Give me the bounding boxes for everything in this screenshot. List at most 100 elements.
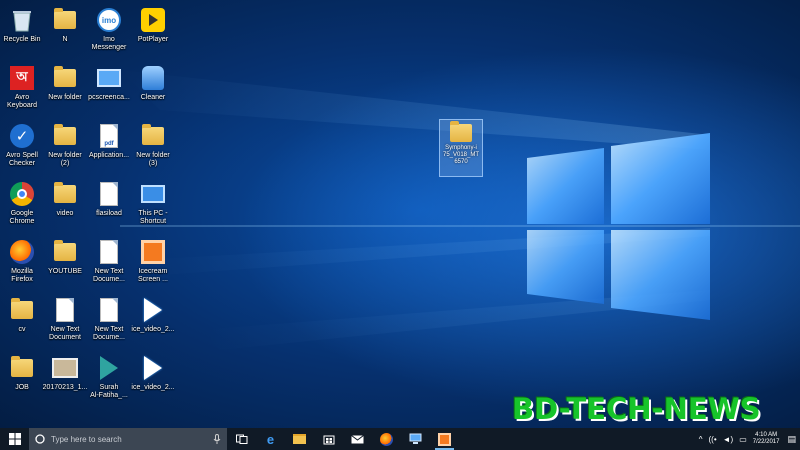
desktop-icon[interactable]: New folder (2) [43, 120, 87, 174]
desktop-icon[interactable]: ice_video_2... [131, 352, 175, 406]
desktop-icon-label: Icecream Screen ... [138, 268, 168, 283]
desktop-icon[interactable]: video [43, 178, 87, 232]
desktop-icon-label: Cleaner [140, 94, 166, 101]
potplayer-icon [139, 6, 167, 34]
desktop-icon-label: New folder [48, 94, 82, 101]
clock-date: 7/22/2017 [752, 439, 780, 445]
clock[interactable]: 4:10 AM 7/22/2017 [753, 432, 780, 446]
desktop-icon-label: New Text Docume... [93, 268, 125, 283]
taskbar-edge-button[interactable]: e [256, 428, 285, 450]
desktop-icon[interactable]: Icecream Screen ... [131, 236, 175, 290]
microphone-icon[interactable] [213, 434, 221, 444]
watermark-text: BD-TECH-NEWS [512, 392, 761, 426]
desktop-icon[interactable]: Surah Al-Fatiha_... [87, 352, 131, 406]
desktop-icon[interactable]: ✓ Avro Spell Checker [0, 120, 44, 174]
desktop-icon-label: cv [18, 326, 26, 333]
taskbar-file-explorer-button[interactable] [285, 428, 314, 450]
desktop-icon-label: New folder (3) [136, 152, 170, 167]
desktop-icon[interactable]: N [43, 4, 87, 58]
task-view-icon [235, 434, 247, 444]
taskbar-icecream-recorder-button[interactable] [430, 428, 459, 450]
desktop-icon-label: Avro Keyboard [7, 94, 37, 109]
file-explorer-icon [293, 434, 306, 444]
desktop-icon-label: New folder (2) [48, 152, 82, 167]
desktop-icon[interactable]: cv [0, 294, 44, 348]
desktop-icon-label: YOUTUBE [48, 268, 82, 275]
volume-icon[interactable]: ◄) [723, 435, 734, 444]
taskbar-mail-button[interactable] [343, 428, 372, 450]
desktop-icon-label: New Text Document [49, 326, 81, 341]
keyboard-icon[interactable]: ▭ [739, 435, 747, 444]
chrome-icon [8, 180, 36, 208]
network-icon[interactable]: ((• [708, 435, 716, 444]
windows-logo-icon [8, 433, 21, 445]
document-icon [95, 296, 123, 324]
desktop-icon[interactable]: 20170213_1... [43, 352, 87, 406]
firefox-icon [8, 238, 36, 266]
clock-time: 4:10 AM [755, 432, 778, 438]
recycle-bin-icon [8, 6, 36, 34]
imo-icon: imo [95, 6, 123, 34]
folder-icon [8, 354, 36, 382]
desktop-icon[interactable]: imo Imo Messenger [87, 4, 131, 58]
desktop-icon-label: JOB [15, 384, 29, 391]
video-file-icon [139, 354, 167, 382]
folder-icon [139, 122, 167, 150]
desktop-icon[interactable]: Google Chrome [0, 178, 44, 232]
desktop-icon-label: PotPlayer [137, 36, 169, 43]
desktop-selected-folder[interactable]: Symphony-i 75_V018_MT 6570 [439, 119, 483, 177]
desktop-icon[interactable]: Recycle Bin [0, 4, 44, 58]
desktop-icon[interactable]: New folder (3) [131, 120, 175, 174]
task-view-button[interactable] [227, 428, 256, 450]
desktop-icon-label: Recycle Bin [3, 36, 41, 43]
firefox-icon [380, 432, 393, 446]
desktop-icon[interactable]: New Text Docume... [87, 294, 131, 348]
desktop-icon-label: flasiload [96, 210, 122, 217]
taskbar-store-button[interactable] [314, 428, 343, 450]
taskbar-remote-button[interactable] [401, 428, 430, 450]
desktop-icon[interactable]: ice_video_2... [131, 294, 175, 348]
desktop-icon-label: pcscreenca... [88, 94, 130, 101]
folder-icon [450, 121, 472, 142]
desktop-icon-label: ice_video_2... [131, 384, 175, 391]
desktop-icon-label: Symphony-i 75_V018_MT 6570 [442, 145, 480, 165]
store-icon [323, 435, 334, 445]
desktop-icon[interactable]: pcscreenca... [87, 62, 131, 116]
desktop-icon[interactable]: This PC - Shortcut [131, 178, 175, 232]
taskbar-firefox-button[interactable] [372, 428, 401, 450]
desktop-icon[interactable]: flasiload [87, 178, 131, 232]
folder-icon [51, 180, 79, 208]
desktop-icon[interactable]: JOB [0, 352, 44, 406]
desktop-icon[interactable]: অ Avro Keyboard [0, 62, 44, 116]
desktop-icon-label: Imo Messenger [91, 36, 127, 51]
avro-keyboard-icon: অ [8, 64, 36, 92]
action-center-icon[interactable]: ▤ [787, 434, 796, 445]
icecream-icon [139, 238, 167, 266]
document-icon [95, 238, 123, 266]
folder-icon [51, 6, 79, 34]
desktop-icon[interactable]: YOUTUBE [43, 236, 87, 290]
video-file-icon [139, 296, 167, 324]
desktop-icon[interactable]: PotPlayer [131, 4, 175, 58]
folder-icon [51, 238, 79, 266]
folder-icon [51, 122, 79, 150]
edge-icon: e [266, 431, 275, 447]
document-icon [95, 180, 123, 208]
desktop-icon[interactable]: New Text Docume... [87, 236, 131, 290]
desktop-icon-label: Avro Spell Checker [6, 152, 38, 167]
start-button[interactable] [0, 428, 29, 450]
taskbar-search-input[interactable]: Type here to search [29, 428, 227, 450]
desktop-icon-label: Surah Al-Fatiha_... [90, 384, 128, 399]
shortcut-icon [95, 64, 123, 92]
desktop-icon[interactable]: New Text Document [43, 294, 87, 348]
folder-icon [51, 64, 79, 92]
desktop-icon[interactable]: New folder [43, 62, 87, 116]
show-hidden-icons-icon[interactable]: ^ [699, 435, 703, 444]
desktop-icon-label: Application... [88, 152, 130, 159]
image-file-icon [51, 354, 79, 382]
desktop-icon[interactable]: Cleaner [131, 62, 175, 116]
taskbar: Type here to search e ^ ((• ◄) ▭ 4:10 AM… [0, 428, 800, 450]
desktop-icon[interactable]: Mozilla Firefox [0, 236, 44, 290]
desktop-icon[interactable]: pdf Application... [87, 120, 131, 174]
desktop-icon-label: Mozilla Firefox [11, 268, 33, 283]
